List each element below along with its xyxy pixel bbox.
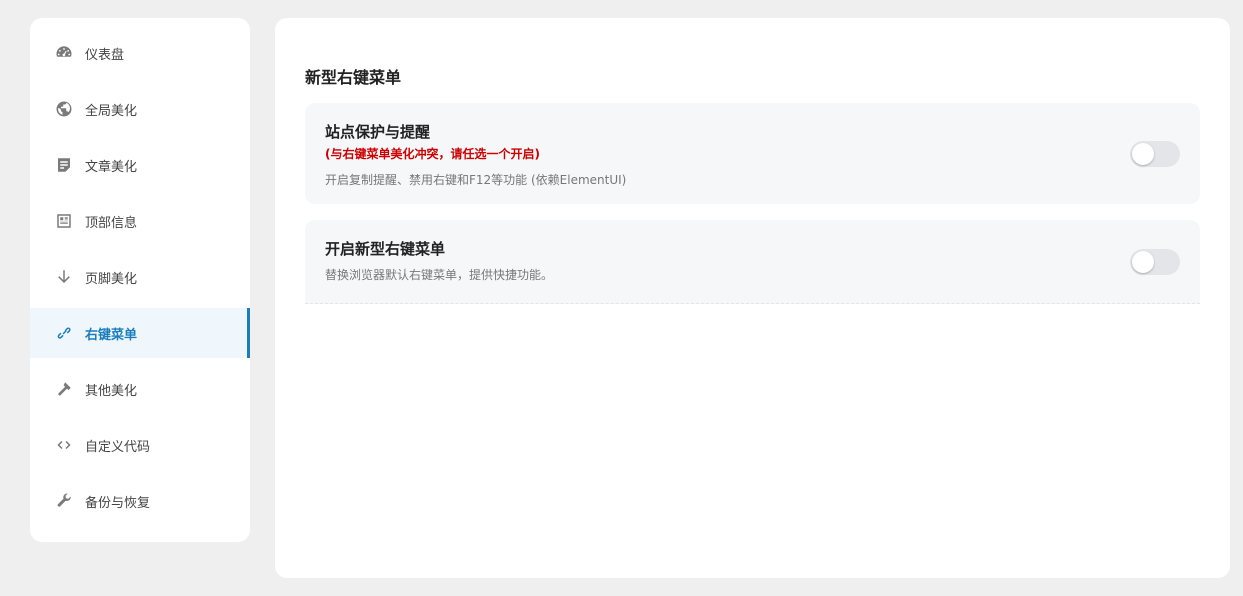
setting-title: 开启新型右键菜单 [325,240,446,258]
main-panel: 新型右键菜单 站点保护与提醒 (与右键菜单美化冲突，请任选一个开启) 开启复制提… [275,18,1230,578]
sidebar-item-label: 备份与恢复 [85,495,151,511]
sidebar-item-label: 自定义代码 [85,439,151,455]
toggle-knob [1132,251,1154,273]
sidebar-item-footer[interactable]: 页脚美化 [30,252,250,302]
sidebar-item-header-info[interactable]: 顶部信息 [30,196,250,246]
link-icon [54,323,74,343]
setting-warning: (与右键菜单美化冲突，请任选一个开启) [325,147,540,161]
hammer-icon [54,379,74,399]
setting-card-new-context-menu: 开启新型右键菜单 替换浏览器默认右键菜单，提供快捷功能。 [305,220,1200,304]
sidebar-item-custom-code[interactable]: 自定义代码 [30,420,250,470]
setting-card-site-protection: 站点保护与提醒 (与右键菜单美化冲突，请任选一个开启) 开启复制提醒、禁用右键和… [305,103,1200,204]
setting-description: 开启复制提醒、禁用右键和F12等功能 (依赖ElementUI) [325,173,627,187]
toggle-knob [1132,143,1154,165]
header-info-icon [54,211,74,231]
section-title: 新型右键菜单 [305,68,402,87]
site-protection-toggle[interactable] [1130,141,1180,167]
sidebar-item-label: 页脚美化 [85,271,138,287]
setting-description: 替换浏览器默认右键菜单，提供快捷功能。 [325,268,554,282]
globe-icon [54,99,74,119]
new-context-menu-toggle[interactable] [1130,249,1180,275]
sidebar-item-label: 全局美化 [85,103,138,119]
sidebar-item-label: 仪表盘 [85,47,125,63]
sidebar-item-article[interactable]: 文章美化 [30,140,250,190]
sidebar: 仪表盘 全局美化 文章美化 顶部信息 页脚美化 右键菜单 其他美化 自定义代码 … [30,18,250,542]
sidebar-item-label: 顶部信息 [85,215,138,231]
arrow-down-icon [54,267,74,287]
sidebar-item-dashboard[interactable]: 仪表盘 [30,28,250,78]
sidebar-item-label: 右键菜单 [85,327,138,343]
sidebar-item-context-menu[interactable]: 右键菜单 [30,308,250,358]
article-icon [54,155,74,175]
dashboard-icon [54,43,74,63]
sidebar-item-label: 文章美化 [85,159,138,175]
sidebar-item-backup[interactable]: 备份与恢复 [30,476,250,526]
sidebar-item-label: 其他美化 [85,383,138,399]
sidebar-item-global[interactable]: 全局美化 [30,84,250,134]
code-icon [54,435,74,455]
setting-title: 站点保护与提醒 [325,123,431,141]
sidebar-item-other[interactable]: 其他美化 [30,364,250,414]
wrench-icon [54,491,74,511]
